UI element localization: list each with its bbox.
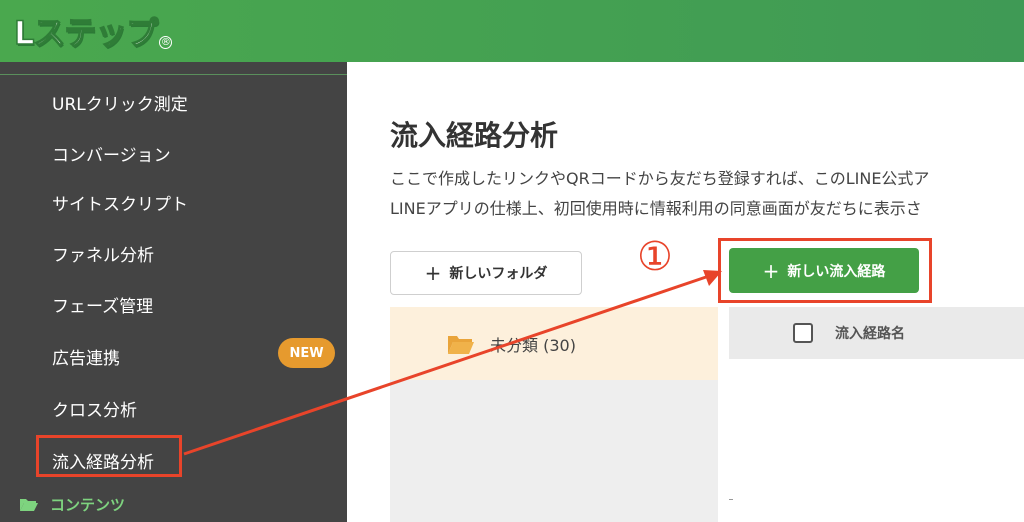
lstep-logo[interactable]: Lステップ ® [13,8,173,54]
table-header: 流入経路名 [729,307,1024,359]
folder-item-uncategorized[interactable]: 未分類 (30) [390,307,718,380]
plus-icon: + [762,258,780,283]
sidebar-section-contents[interactable]: コンテンツ [20,494,125,515]
sidebar-item-phase[interactable]: フェーズ管理 [52,292,153,317]
column-header-route-name[interactable]: 流入経路名 [835,323,905,343]
plus-icon: + [424,261,442,285]
highlight-box-sidebar [36,435,182,477]
step-marker: ① [637,234,673,280]
select-all-checkbox[interactable] [793,323,813,343]
sidebar-item-cross[interactable]: クロス分析 [52,396,137,421]
sidebar-divider [0,74,347,75]
new-folder-label: 新しいフォルダ [449,266,548,282]
logo-text: Lステップ [13,13,159,53]
sidebar-item-url-click[interactable]: URLクリック測定 [52,90,188,115]
new-folder-button[interactable]: + 新しいフォルダ [390,251,582,295]
sidebar-item-funnel[interactable]: ファネル分析 [52,241,154,266]
sidebar-item-ads[interactable]: 広告連携 [52,344,120,369]
page-title: 流入経路分析 [390,119,559,152]
new-inflow-route-button[interactable]: + 新しい流入経路 [729,248,919,293]
description-line-2: LINEアプリの仕様上、初回使用時に情報利用の同意画面が友だちに表示さ [390,199,922,218]
registered-mark: ® [159,35,173,49]
sidebar-item-conversion[interactable]: コンバージョン [52,141,171,166]
description-line-1: ここで作成したリンクやQRコードから友だち登録すれば、このLINE公式ア [390,169,930,188]
folder-label: 未分類 (30) [490,335,576,355]
sidebar-item-site-script[interactable]: サイトスクリプト [52,190,188,215]
main-content: 流入経路分析 ここで作成したリンクやQRコードから友だち登録すれば、このLINE… [347,62,1024,522]
divider [729,499,733,500]
folder-open-icon [20,499,38,511]
new-badge: NEW [278,338,335,368]
sidebar-section-label: コンテンツ [50,496,126,514]
new-route-label: 新しい流入経路 [787,263,886,280]
sidebar: URLクリック測定 コンバージョン サイトスクリプト ファネル分析 フェーズ管理… [0,62,347,522]
folder-open-icon [448,335,474,354]
app-header: Lステップ ® [0,0,1024,62]
